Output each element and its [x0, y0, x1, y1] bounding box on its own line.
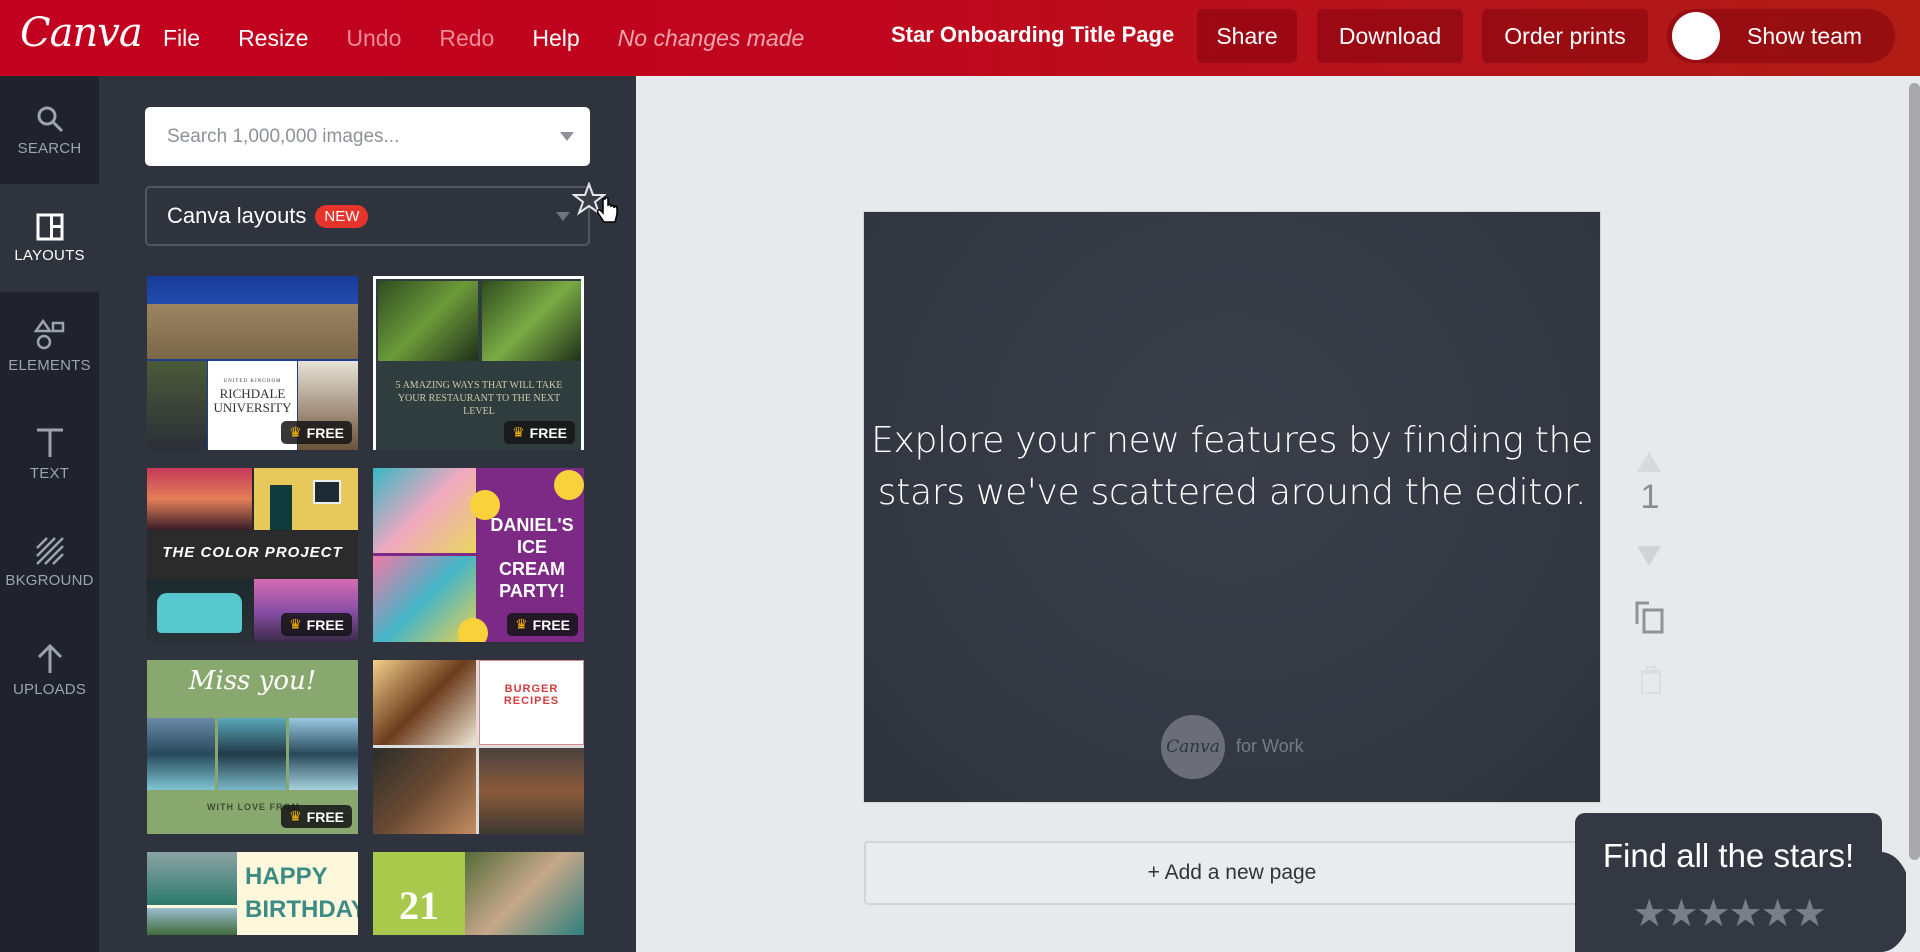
- main-menu: File Resize Undo Redo Help No changes ma…: [163, 0, 804, 76]
- chevron-down-icon: [556, 212, 570, 221]
- free-badge: ♛ FREE: [504, 421, 575, 444]
- rail-label: SEARCH: [17, 139, 82, 157]
- delete-page-icon[interactable]: [1639, 666, 1663, 694]
- image-search-box[interactable]: [145, 107, 590, 166]
- rail-label: LAYOUTS: [14, 246, 85, 264]
- rail-item-elements[interactable]: ELEMENTS: [0, 292, 99, 400]
- pointer-hand-cursor-icon: [597, 197, 618, 223]
- editor-scrollbar-thumb[interactable]: [1909, 83, 1920, 860]
- layout-thumbnail[interactable]: DANIEL'S ICE CREAM PARTY! ♛ FREE: [373, 468, 584, 642]
- menu-undo[interactable]: Undo: [346, 25, 401, 52]
- upload-arrow-icon: [37, 643, 62, 673]
- rail-item-text[interactable]: TEXT: [0, 400, 99, 508]
- layout-thumbnail[interactable]: UNITED KINGDOM RICHDALE UNIVERSITY ♛ FREE: [147, 276, 358, 450]
- menu-help[interactable]: Help: [532, 25, 579, 52]
- duplicate-page-icon[interactable]: [1635, 600, 1665, 634]
- move-page-down-icon[interactable]: [1634, 540, 1664, 570]
- rail-item-search[interactable]: SEARCH: [0, 76, 99, 184]
- top-bar: Canva File Resize Undo Redo Help No chan…: [0, 0, 1920, 76]
- shapes-icon: [33, 318, 64, 349]
- crown-icon: ♛: [515, 616, 528, 632]
- layouts-icon: [36, 213, 63, 240]
- layout-thumbnail[interactable]: 5 AMAZING WAYS THAT WILL TAKE YOUR RESTA…: [373, 276, 584, 450]
- layouts-dropdown-label: Canva layouts: [167, 203, 307, 228]
- add-new-page-button[interactable]: + Add a new page: [864, 841, 1600, 905]
- search-dropdown-caret-icon[interactable]: [560, 132, 574, 141]
- rail-label: TEXT: [29, 464, 70, 482]
- download-button[interactable]: Download: [1317, 9, 1463, 63]
- page-number: 1: [1640, 478, 1660, 516]
- rail-item-background[interactable]: BKGROUND: [0, 508, 99, 616]
- canvas-text[interactable]: Explore your new features by finding the…: [864, 415, 1600, 519]
- stars-progress-icons: ★★★★★★: [1632, 893, 1826, 935]
- show-team-button[interactable]: Show team: [1667, 9, 1895, 63]
- find-stars-popup[interactable]: Find all the stars! ★★★★★★: [1575, 813, 1912, 952]
- for-work-label: for Work: [1236, 736, 1304, 756]
- menu-resize[interactable]: Resize: [238, 25, 308, 52]
- move-page-up-icon[interactable]: [1634, 448, 1664, 478]
- rail-label: BKGROUND: [5, 571, 94, 589]
- background-icon: [35, 536, 64, 565]
- rail-label: UPLOADS: [12, 680, 87, 698]
- text-icon: [36, 428, 63, 457]
- canva-logo[interactable]: Canva: [20, 10, 143, 56]
- side-rail: SEARCH LAYOUTS ELEMENTS TEXT BKGROUND UP…: [0, 76, 99, 952]
- order-prints-button[interactable]: Order prints: [1482, 9, 1648, 63]
- free-badge: ♛ FREE: [281, 805, 352, 828]
- layout-thumbnail[interactable]: THE COLOR PROJECT ♛ FREE: [147, 468, 358, 642]
- free-badge: ♛ FREE: [281, 613, 352, 636]
- menu-file[interactable]: File: [163, 25, 200, 52]
- rail-item-layouts[interactable]: LAYOUTS: [0, 184, 99, 292]
- document-title[interactable]: Star Onboarding Title Page: [891, 22, 1174, 48]
- crown-icon: ♛: [512, 424, 525, 440]
- rail-item-uploads[interactable]: UPLOADS: [0, 616, 99, 724]
- layouts-panel: Canva layouts NEW UNITED KINGDOMRICHDALE…: [99, 76, 636, 952]
- find-stars-title: Find all the stars!: [1602, 837, 1855, 874]
- canva-for-work-logo: Canva: [1161, 715, 1225, 779]
- layout-thumbnail[interactable]: BURGER RECIPES: [373, 660, 584, 834]
- search-icon: [37, 106, 63, 132]
- design-canvas[interactable]: Explore your new features by finding the…: [864, 212, 1600, 802]
- layout-thumbnail[interactable]: HAPPY BIRTHDAY: [147, 852, 358, 935]
- free-badge: ♛ FREE: [507, 613, 578, 636]
- menu-redo[interactable]: Redo: [439, 25, 494, 52]
- team-avatar: [1672, 12, 1720, 60]
- share-button[interactable]: Share: [1197, 9, 1297, 63]
- rail-label: ELEMENTS: [8, 356, 91, 374]
- layout-thumbnail[interactable]: 21: [373, 852, 584, 935]
- crown-icon: ♛: [289, 424, 302, 440]
- image-search-input[interactable]: [167, 125, 527, 148]
- crown-icon: ♛: [289, 808, 302, 824]
- new-badge: NEW: [315, 204, 369, 228]
- crown-icon: ♛: [289, 616, 302, 632]
- show-team-label: Show team: [1747, 22, 1863, 49]
- save-status: No changes made: [617, 24, 805, 51]
- free-badge: ♛ FREE: [281, 421, 352, 444]
- layouts-dropdown[interactable]: Canva layouts NEW: [145, 186, 590, 246]
- layout-thumbnail[interactable]: Miss you! WITH LOVE FROM ♛ FREE: [147, 660, 358, 834]
